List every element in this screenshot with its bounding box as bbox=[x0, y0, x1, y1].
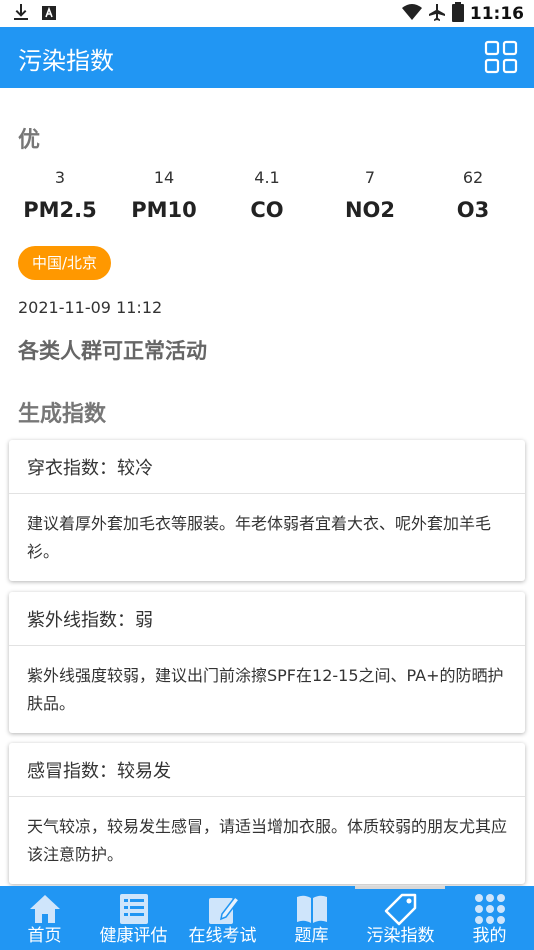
card-title: 感冒指数：较易发 bbox=[9, 743, 525, 797]
wifi-icon bbox=[401, 4, 422, 24]
metric-o3: 62 O3 bbox=[418, 168, 528, 222]
metric-no2: 7 NO2 bbox=[315, 168, 425, 222]
nav-label: 首页 bbox=[27, 926, 62, 946]
page-title: 污染指数 bbox=[18, 47, 114, 75]
metric-value: 3 bbox=[54, 168, 66, 187]
index-card-uv[interactable]: 紫外线指数：弱 紫外线强度较弱，建议出门前涂擦SPF在12-15之间、PA+的防… bbox=[9, 592, 525, 733]
metric-co: 4.1 CO bbox=[212, 168, 322, 222]
battery-icon bbox=[451, 2, 464, 26]
card-body: 紫外线强度较弱，建议出门前涂擦SPF在12-15之间、PA+的防晒护肤品。 bbox=[27, 666, 504, 713]
metric-pm10: 14 PM10 bbox=[109, 168, 219, 222]
metric-value: 14 bbox=[153, 168, 175, 187]
content-area[interactable]: 优 3 PM2.5 14 PM10 4.1 CO 7 NO2 62 O3 中国/… bbox=[0, 88, 534, 886]
metric-name: NO2 bbox=[344, 198, 396, 222]
city-chip[interactable]: 中国/北京 bbox=[18, 246, 112, 280]
grid-icon bbox=[484, 40, 518, 74]
update-datetime: 2021-11-09 11:12 bbox=[18, 298, 163, 317]
bottom-navigation: 首页 健康评估 在线考试 题库 污染指数 我的 bbox=[0, 886, 534, 950]
nav-item-online-exam[interactable]: 在线考试 bbox=[178, 886, 267, 950]
nav-item-question-bank[interactable]: 题库 bbox=[267, 886, 356, 950]
metric-value: 7 bbox=[364, 168, 376, 187]
app-bar: 污染指数 bbox=[0, 27, 534, 88]
airplane-icon bbox=[428, 3, 446, 25]
index-card-clothing[interactable]: 穿衣指数：较冷 建议着厚外套加毛衣等服装。年老体弱者宜着大衣、呢外套加羊毛衫。 bbox=[9, 440, 525, 581]
nav-item-home[interactable]: 首页 bbox=[0, 886, 89, 950]
activity-advice: 各类人群可正常活动 bbox=[18, 339, 207, 363]
nav-label: 我的 bbox=[472, 926, 507, 946]
status-time: 11:16 bbox=[469, 4, 524, 24]
card-title: 紫外线指数：弱 bbox=[9, 592, 525, 646]
app-notification-icon bbox=[42, 5, 56, 24]
metric-value: 62 bbox=[462, 168, 484, 187]
index-card-cold[interactable]: 感冒指数：较易发 天气较凉，较易发生感冒，请适当增加衣服。体质较弱的朋友尤其应该… bbox=[9, 743, 525, 884]
metric-name: CO bbox=[250, 198, 284, 222]
nav-item-health-assessment[interactable]: 健康评估 bbox=[89, 886, 178, 950]
nav-label: 题库 bbox=[294, 926, 329, 946]
metric-name: PM10 bbox=[131, 198, 197, 222]
air-quality-level: 优 bbox=[18, 128, 41, 153]
metric-name: PM2.5 bbox=[23, 198, 97, 222]
card-body: 天气较凉，较易发生感冒，请适当增加衣服。体质较弱的朋友尤其应该注意防护。 bbox=[27, 817, 508, 864]
section-title: 生成指数 bbox=[18, 402, 107, 427]
nav-label: 健康评估 bbox=[99, 926, 168, 946]
download-icon bbox=[14, 4, 28, 24]
nav-label: 污染指数 bbox=[366, 926, 435, 946]
grid-menu-button[interactable] bbox=[484, 40, 518, 74]
pollutant-metrics: 3 PM2.5 14 PM10 4.1 CO 7 NO2 62 O3 bbox=[0, 168, 534, 228]
card-title: 穿衣指数：较冷 bbox=[9, 440, 525, 494]
metric-name: O3 bbox=[456, 198, 490, 222]
nav-item-pollution-index[interactable]: 污染指数 bbox=[356, 886, 445, 950]
status-bar: 11:16 bbox=[0, 0, 534, 27]
card-body: 建议着厚外套加毛衣等服装。年老体弱者宜着大衣、呢外套加羊毛衫。 bbox=[27, 514, 492, 561]
metric-value: 4.1 bbox=[254, 168, 280, 187]
metric-pm25: 3 PM2.5 bbox=[5, 168, 115, 222]
nav-label: 在线考试 bbox=[188, 926, 257, 946]
nav-item-mine[interactable]: 我的 bbox=[445, 886, 534, 950]
